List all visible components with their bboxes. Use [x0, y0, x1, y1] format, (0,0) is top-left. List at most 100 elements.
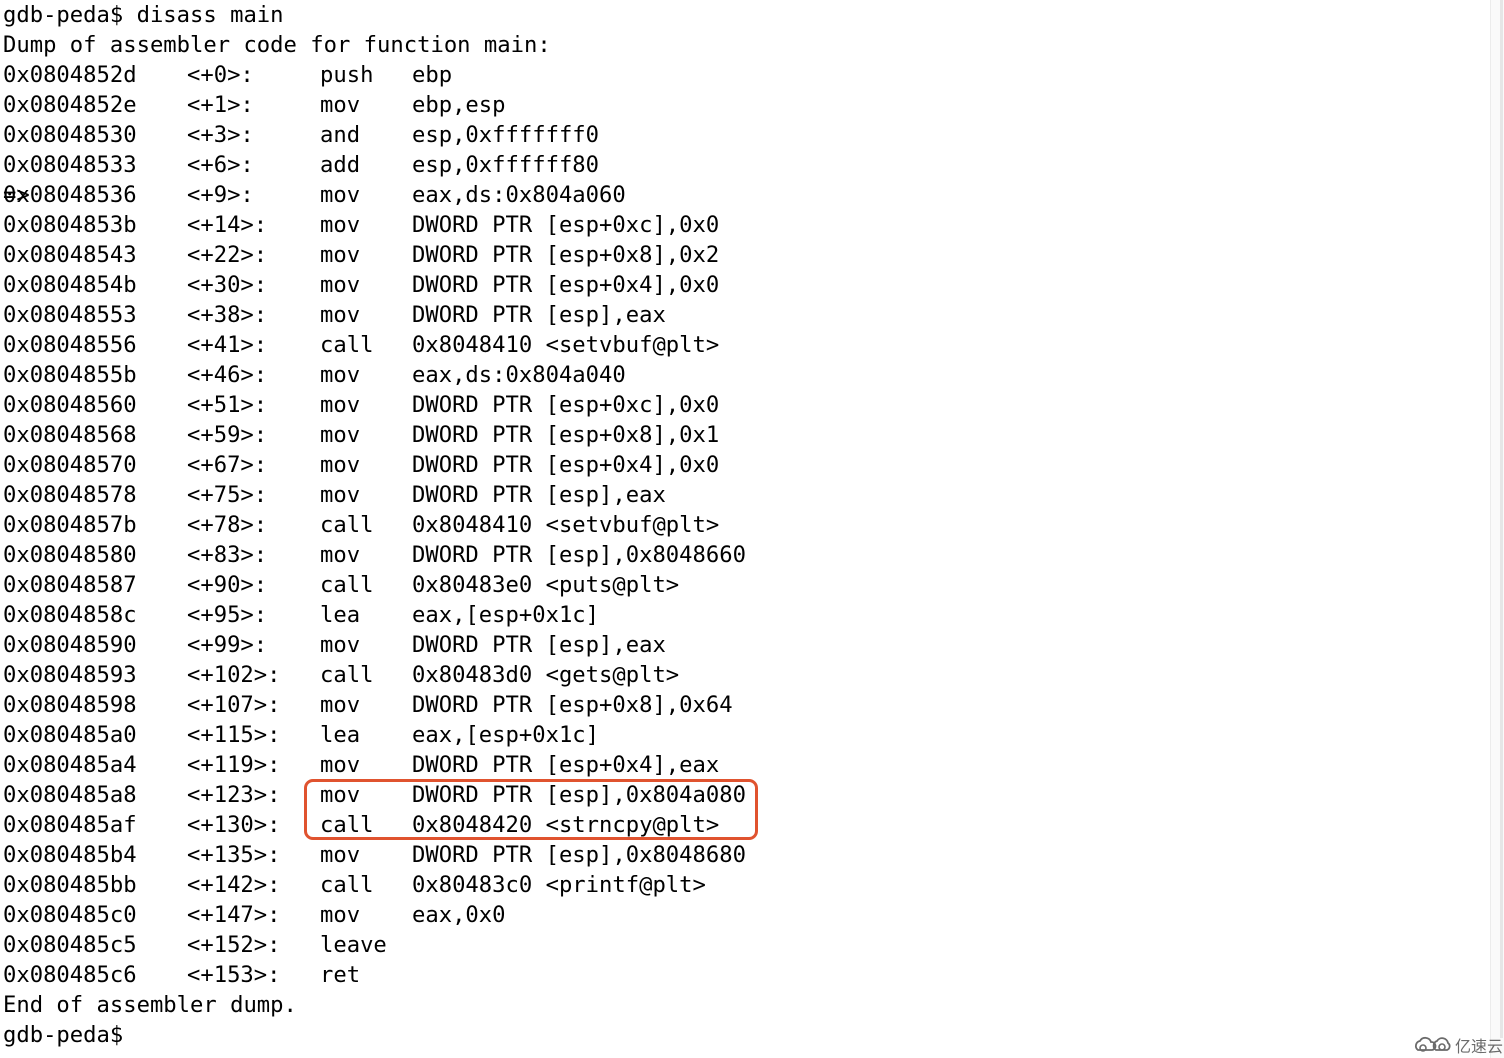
instruction-address: 0x080485a4: [3, 752, 137, 778]
instruction-mnemonic: mov: [320, 542, 361, 568]
watermark: 亿速云: [1414, 1034, 1503, 1056]
instruction-offset: <+41>:: [187, 332, 268, 358]
instruction-mnemonic: call: [320, 662, 374, 688]
instruction-operands: eax,0x0: [412, 902, 506, 928]
instruction-offset: <+59>:: [187, 422, 268, 448]
instruction-operands: 0x8048410 <setvbuf@plt>: [412, 512, 720, 538]
instruction-address: 0x080485af: [3, 812, 137, 838]
instruction-mnemonic: push: [320, 62, 374, 88]
prompt-line[interactable]: gdb-peda$: [3, 1020, 137, 1050]
instruction-offset: <+99>:: [187, 632, 268, 658]
instruction-offset: <+3>:: [187, 122, 254, 148]
disassembly-header: Dump of assembler code for function main…: [3, 32, 551, 58]
instruction-offset: <+115>:: [187, 722, 281, 748]
instruction-offset: <+107>:: [187, 692, 281, 718]
instruction-mnemonic: mov: [320, 362, 361, 388]
instruction-mnemonic: mov: [320, 902, 361, 928]
terminal-window[interactable]: gdb-peda$ disass main Dump of assembler …: [0, 0, 1490, 1058]
instruction-offset: <+142>:: [187, 872, 281, 898]
instruction-mnemonic: call: [320, 332, 374, 358]
instruction-mnemonic: mov: [320, 482, 361, 508]
instruction-operands: DWORD PTR [esp],eax: [412, 482, 666, 508]
command-line: gdb-peda$ disass main: [3, 2, 284, 28]
instruction-address: 0x0804852e: [3, 92, 137, 118]
instruction-operands: DWORD PTR [esp+0xc],0x0: [412, 212, 720, 238]
instruction-mnemonic: call: [320, 512, 374, 538]
disassembly-footer: End of assembler dump.: [3, 992, 297, 1018]
instruction-operands: DWORD PTR [esp+0x4],0x0: [412, 272, 720, 298]
instruction-mnemonic: mov: [320, 302, 361, 328]
instruction-address: 0x08048556: [3, 332, 137, 358]
instruction-offset: <+46>:: [187, 362, 268, 388]
instruction-address: 0x08048593: [3, 662, 137, 688]
instruction-operands: 0x80483c0 <printf@plt>: [412, 872, 706, 898]
instruction-mnemonic: mov: [320, 452, 361, 478]
instruction-address: 0x08048578: [3, 482, 137, 508]
instruction-operands: eax,[esp+0x1c]: [412, 722, 600, 748]
instruction-operands: esp,0xfffffff0: [412, 122, 600, 148]
instruction-address: 0x08048553: [3, 302, 137, 328]
instruction-mnemonic: mov: [320, 842, 361, 868]
instruction-offset: <+67>:: [187, 452, 268, 478]
instruction-offset: <+75>:: [187, 482, 268, 508]
instruction-operands: DWORD PTR [esp+0x4],0x0: [412, 452, 720, 478]
instruction-operands: 0x80483e0 <puts@plt>: [412, 572, 680, 598]
instruction-offset: <+147>:: [187, 902, 281, 928]
instruction-operands: DWORD PTR [esp],0x8048680: [412, 842, 746, 868]
instruction-offset: <+14>:: [187, 212, 268, 238]
instruction-address: 0x080485c5: [3, 932, 137, 958]
instruction-operands: eax,ds:0x804a060: [412, 182, 626, 208]
instruction-mnemonic: mov: [320, 212, 361, 238]
instruction-operands: ebp,esp: [412, 92, 506, 118]
instruction-offset: <+6>:: [187, 152, 254, 178]
instruction-address: 0x080485a0: [3, 722, 137, 748]
instruction-address: 0x08048587: [3, 572, 137, 598]
scrollbar-thumb[interactable]: [1500, 0, 1503, 1038]
instruction-mnemonic: mov: [320, 752, 361, 778]
instruction-mnemonic: mov: [320, 632, 361, 658]
instruction-operands: ebp: [412, 62, 453, 88]
instruction-address: 0x08048543: [3, 242, 137, 268]
instruction-mnemonic: ret: [320, 962, 361, 988]
highlight-annotation-box: [304, 779, 758, 840]
instruction-offset: <+83>:: [187, 542, 268, 568]
instruction-address: 0x080485c0: [3, 902, 137, 928]
instruction-address: 0x08048598: [3, 692, 137, 718]
instruction-operands: DWORD PTR [esp],0x8048660: [412, 542, 746, 568]
instruction-mnemonic: call: [320, 572, 374, 598]
instruction-mnemonic: and: [320, 122, 361, 148]
instruction-offset: <+135>:: [187, 842, 281, 868]
instruction-address: 0x08048560: [3, 392, 137, 418]
instruction-offset: <+22>:: [187, 242, 268, 268]
instruction-offset: <+153>:: [187, 962, 281, 988]
instruction-offset: <+78>:: [187, 512, 268, 538]
instruction-address: 0x08048568: [3, 422, 137, 448]
instruction-address: 0x08048530: [3, 122, 137, 148]
instruction-offset: <+123>:: [187, 782, 281, 808]
instruction-operands: 0x8048410 <setvbuf@plt>: [412, 332, 720, 358]
instruction-mnemonic: mov: [320, 392, 361, 418]
instruction-address: 0x0804853b: [3, 212, 137, 238]
cloud-logo-icon: [1415, 1036, 1451, 1052]
instruction-operands: eax,ds:0x804a040: [412, 362, 626, 388]
instruction-address: 0x0804858c: [3, 602, 137, 628]
instruction-mnemonic: add: [320, 152, 361, 178]
instruction-offset: <+152>:: [187, 932, 281, 958]
instruction-operands: DWORD PTR [esp],eax: [412, 632, 666, 658]
instruction-address: 0x080485b4: [3, 842, 137, 868]
instruction-operands: DWORD PTR [esp],eax: [412, 302, 666, 328]
instruction-offset: <+1>:: [187, 92, 254, 118]
instruction-operands: DWORD PTR [esp+0x8],0x2: [412, 242, 720, 268]
instruction-mnemonic: mov: [320, 692, 361, 718]
instruction-address: 0x08048590: [3, 632, 137, 658]
instruction-offset: <+90>:: [187, 572, 268, 598]
instruction-offset: <+130>:: [187, 812, 281, 838]
instruction-operands: 0x80483d0 <gets@plt>: [412, 662, 680, 688]
instruction-address: 0x08048580: [3, 542, 137, 568]
instruction-offset: <+119>:: [187, 752, 281, 778]
instruction-offset: <+102>:: [187, 662, 281, 688]
instruction-address: 0x08048533: [3, 152, 137, 178]
instruction-mnemonic: mov: [320, 272, 361, 298]
instruction-address: 0x080485c6: [3, 962, 137, 988]
instruction-mnemonic: mov: [320, 242, 361, 268]
